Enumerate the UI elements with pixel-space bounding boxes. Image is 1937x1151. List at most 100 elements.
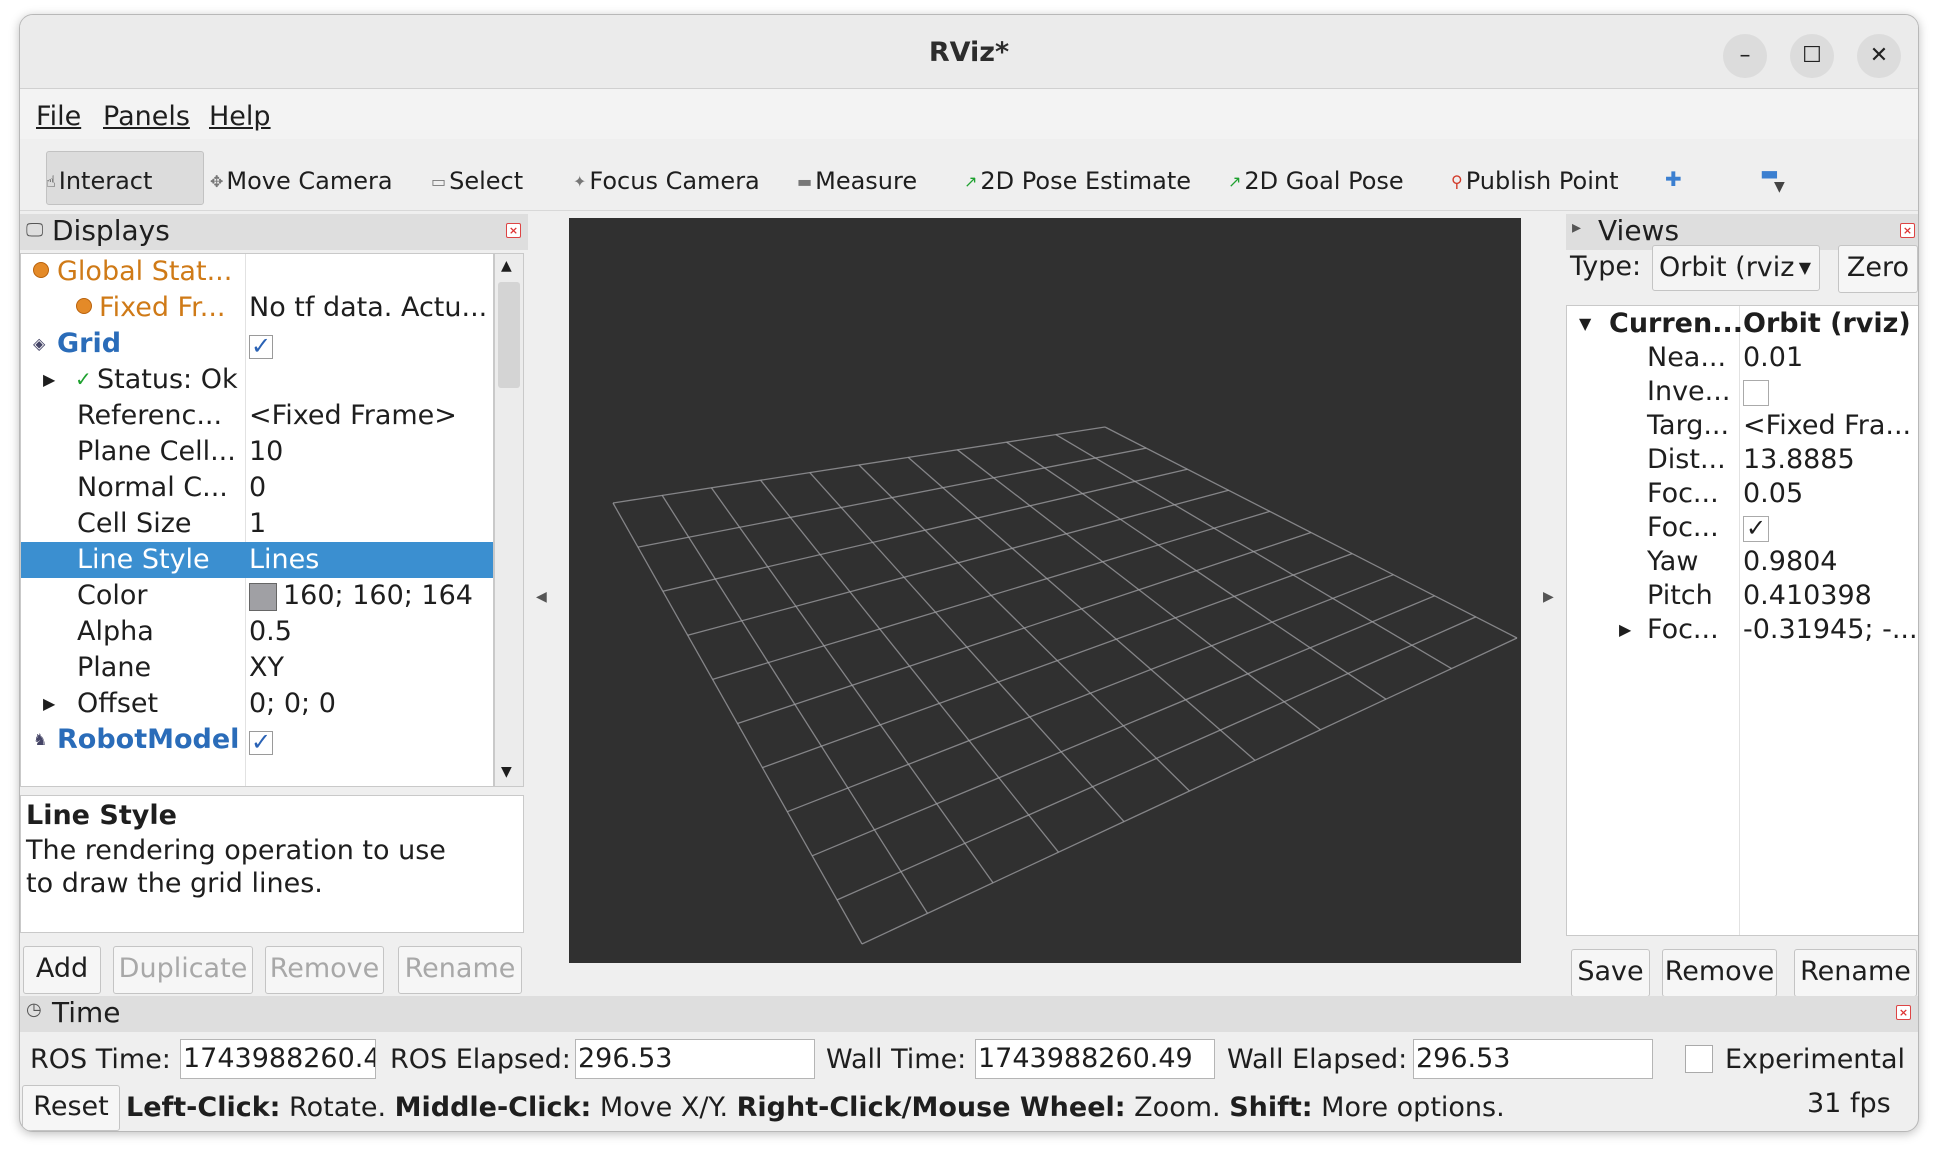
expand-arrow-icon[interactable]: ▶ <box>43 370 55 389</box>
view-row-yaw[interactable]: Yaw 0.9804 <box>1567 544 1918 580</box>
view-row-focal-point[interactable]: ▶ Foc... -0.31945; -... <box>1567 612 1918 648</box>
rename-display-button[interactable]: Rename <box>398 946 522 994</box>
scroll-up-icon[interactable]: ▲ <box>501 258 512 274</box>
display-row-alpha[interactable]: Alpha 0.5 <box>21 614 493 650</box>
grid-render <box>612 426 1518 945</box>
menu-bar: File Panels Help <box>20 89 1918 139</box>
close-button[interactable]: ✕ <box>1857 34 1901 78</box>
3d-viewport[interactable] <box>569 218 1521 963</box>
tool-focus-camera[interactable]: ✦ Focus Camera <box>573 167 760 195</box>
collapse-right-arrow-icon[interactable]: ▶ <box>1543 589 1554 605</box>
rviz-window: RViz* – ☐ ✕ File Panels Help ☝ Interact ✥… <box>19 14 1919 1132</box>
tool-select[interactable]: ▭ Select <box>431 167 523 195</box>
menu-file[interactable]: File <box>36 101 81 132</box>
view-row-distance[interactable]: Dist... 13.8885 <box>1567 442 1918 478</box>
color-swatch[interactable] <box>249 583 277 611</box>
remove-display-button[interactable]: Remove <box>265 946 384 994</box>
tool-move-camera[interactable]: ✥ Move Camera <box>210 167 393 195</box>
focus-camera-icon: ✦ <box>573 172 587 191</box>
display-row-robot-model[interactable]: ♞ RobotModel ✓ <box>21 722 493 758</box>
select-box-icon: ▭ <box>431 172 447 191</box>
grid-enabled-checkbox[interactable]: ✓ <box>249 328 273 359</box>
grid-line <box>907 456 1256 761</box>
displays-tree[interactable]: Global Stat... Fixed Fr... No tf data. A… <box>20 253 494 787</box>
invert-z-checkbox[interactable] <box>1743 380 1769 406</box>
view-row-target-frame[interactable]: Targ... <Fixed Fra... <box>1567 408 1918 444</box>
toolbar-overflow-icon[interactable]: ▼ <box>1774 179 1785 195</box>
grid-line <box>1006 441 1387 700</box>
rename-view-button[interactable]: Rename <box>1794 949 1917 997</box>
zero-view-button[interactable]: Zero <box>1838 245 1918 293</box>
scroll-down-icon[interactable]: ▼ <box>501 764 512 780</box>
display-row-reference-frame[interactable]: Referenc... <Fixed Frame> <box>21 398 493 434</box>
ros-time-field[interactable]: 1743988260.46 <box>180 1039 376 1079</box>
monitor-icon: 🖵 <box>26 220 44 241</box>
remove-view-button[interactable]: Remove <box>1662 949 1777 997</box>
property-description: Line Style The rendering operation to us… <box>20 795 524 933</box>
wall-elapsed-label: Wall Elapsed: <box>1227 1044 1408 1075</box>
display-row-normal-cell-count[interactable]: Normal C... 0 <box>21 470 493 506</box>
description-title: Line Style <box>26 800 177 831</box>
display-row-global-status[interactable]: Global Stat... <box>21 254 493 290</box>
reset-button[interactable]: Reset <box>22 1085 120 1131</box>
menu-panels[interactable]: Panels <box>103 101 190 132</box>
title-bar: RViz* – ☐ ✕ <box>20 15 1918 89</box>
add-display-button[interactable]: Add <box>23 946 101 994</box>
display-row-plane-cell-count[interactable]: Plane Cell... 10 <box>21 434 493 470</box>
views-tree[interactable]: ▼ Curren... Orbit (rviz) Nea... 0.01 Inv… <box>1566 305 1918 936</box>
display-row-fixed-frame[interactable]: Fixed Fr... No tf data. Actu... <box>21 290 493 326</box>
scrollbar-thumb[interactable] <box>498 282 520 388</box>
view-type-dropdown[interactable]: Orbit (rviz ▼ <box>1652 245 1820 291</box>
tool-2d-goal-pose[interactable]: ↗ 2D Goal Pose <box>1228 167 1404 195</box>
expand-arrow-icon[interactable]: ▶ <box>43 694 55 713</box>
view-row-invert-z[interactable]: Inve... <box>1567 374 1918 410</box>
wall-time-label: Wall Time: <box>826 1044 967 1075</box>
ros-elapsed-field[interactable]: 296.53 <box>575 1039 815 1079</box>
experimental-checkbox[interactable] <box>1685 1045 1713 1073</box>
expand-down-icon[interactable]: ▼ <box>1579 314 1591 333</box>
displays-title: Displays <box>52 214 170 247</box>
grid-line <box>737 531 1312 725</box>
view-row-pitch[interactable]: Pitch 0.410398 <box>1567 578 1918 614</box>
green-arrow-icon: ↗ <box>964 172 978 191</box>
ok-check-icon: ✓ <box>75 367 92 391</box>
status-warn-icon <box>76 292 92 323</box>
wall-elapsed-field[interactable]: 296.53 <box>1413 1039 1653 1079</box>
add-tool-icon[interactable]: ✚ <box>1665 167 1682 191</box>
display-row-plane[interactable]: Plane XY <box>21 650 493 686</box>
tool-2d-pose-estimate[interactable]: ↗ 2D Pose Estimate <box>964 167 1191 195</box>
description-text: The rendering operation to use to draw t… <box>26 835 446 899</box>
experimental-label: Experimental <box>1725 1044 1906 1075</box>
status-warn-icon <box>33 256 49 287</box>
wall-time-field[interactable]: 1743988260.49 <box>975 1039 1215 1079</box>
display-row-status[interactable]: ▶ ✓ Status: Ok <box>21 362 493 398</box>
view-row-focal-shape-size[interactable]: Foc... 0.05 <box>1567 476 1918 512</box>
collapse-left-arrow-icon[interactable]: ◀ <box>536 589 547 605</box>
time-close-icon[interactable]: × <box>1896 1005 1911 1020</box>
views-close-icon[interactable]: × <box>1900 223 1915 238</box>
fps-counter: 31 fps <box>1807 1088 1891 1119</box>
maximize-button[interactable]: ☐ <box>1790 34 1834 78</box>
display-row-line-style[interactable]: Line Style Lines <box>21 542 493 578</box>
robot-model-enabled-checkbox[interactable]: ✓ <box>249 724 273 755</box>
display-row-grid[interactable]: ◈ Grid ✓ <box>21 326 493 362</box>
display-row-color[interactable]: Color 160; 160; 164 <box>21 578 493 614</box>
green-arrow-icon: ↗ <box>1228 172 1242 191</box>
view-row-near-clip[interactable]: Nea... 0.01 <box>1567 340 1918 376</box>
tool-publish-point[interactable]: ⚲ Publish Point <box>1451 167 1618 195</box>
displays-close-icon[interactable]: × <box>506 223 521 238</box>
tool-measure[interactable]: ▬ Measure <box>797 167 917 195</box>
display-row-offset[interactable]: ▶ Offset 0; 0; 0 <box>21 686 493 722</box>
view-row-focal-shape-fixed[interactable]: Foc... ✓ <box>1567 510 1918 546</box>
expand-arrow-icon[interactable]: ▶ <box>1619 620 1631 639</box>
focal-shape-fixed-checkbox[interactable]: ✓ <box>1743 516 1769 542</box>
save-view-button[interactable]: Save <box>1571 949 1650 997</box>
duplicate-display-button[interactable]: Duplicate <box>113 946 253 994</box>
view-row-current[interactable]: ▼ Curren... Orbit (rviz) <box>1567 306 1918 342</box>
displays-scrollbar[interactable]: ▲ ▼ <box>494 253 524 787</box>
menu-help[interactable]: Help <box>209 101 271 132</box>
grid-line <box>762 552 1353 769</box>
minimize-button[interactable]: – <box>1723 34 1767 78</box>
display-row-cell-size[interactable]: Cell Size 1 <box>21 506 493 542</box>
tool-interact[interactable]: ☝ Interact <box>46 167 152 195</box>
